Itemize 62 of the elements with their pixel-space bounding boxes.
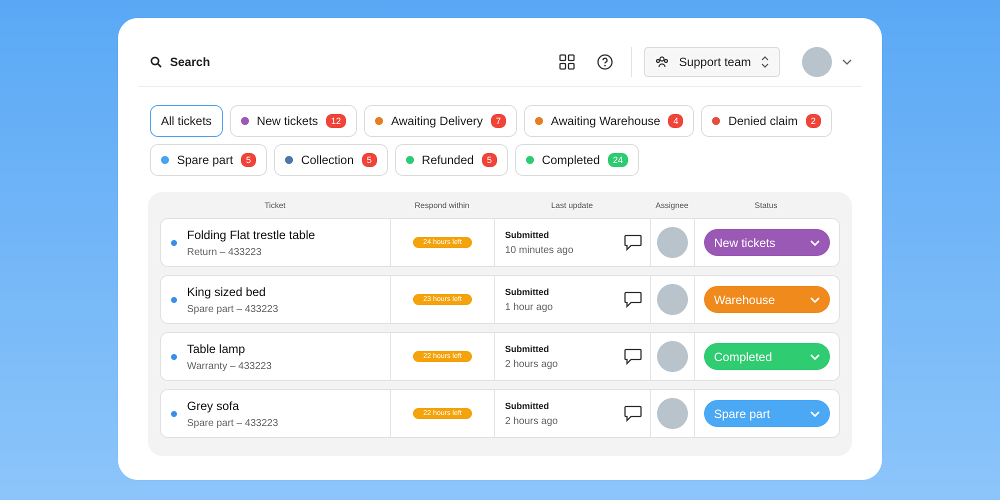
assignee-avatar [657,284,688,315]
count-badge: 12 [326,114,346,128]
team-selector[interactable]: Support team [644,47,780,77]
column-header: Assignee [654,200,690,210]
chevron-down-icon [810,354,820,360]
update-label: Submitted [505,344,550,354]
column-header: Ticket [263,200,287,210]
filter-tab[interactable]: Awaiting Warehouse 4 [524,105,694,137]
ticket-title: Grey sofa [187,398,240,412]
update-label: Submitted [505,400,550,410]
column-header: Last update [550,200,594,210]
filter-tab[interactable]: Refunded 5 [394,144,508,176]
unread-dot [171,240,177,246]
count-badge: 24 [608,153,628,167]
assignee-avatar [657,398,688,429]
ticket-title: King sized bed [187,284,267,298]
chevron-down-icon[interactable] [842,59,852,65]
help-icon[interactable] [596,54,613,70]
status-dropdown[interactable]: New tickets [704,229,830,256]
ticket-title: Table lamp [187,342,246,356]
grid-icon[interactable] [558,54,575,70]
update-label: Submitted [505,286,550,296]
count-badge: 7 [490,114,506,128]
comment-icon[interactable] [624,348,642,365]
ticket-subtitle: Warranty – 433223 [187,360,272,372]
comment-icon[interactable] [624,291,642,308]
ticket-subtitle: Spare part – 433223 [187,418,278,428]
update-time: 2 hours ago [505,416,558,426]
count-badge: 4 [668,114,684,128]
comment-icon[interactable] [624,405,642,422]
search-icon [150,56,162,68]
filter-tab[interactable]: Awaiting Delivery 7 [364,105,517,137]
count-badge: 5 [241,153,256,167]
ticket-title: Folding Flat trestle table [187,228,316,242]
count-badge: 2 [806,114,821,128]
chevron-down-icon [810,410,820,416]
ticket-subtitle: Return – 433223 [187,246,263,258]
chevron-down-icon [810,296,820,302]
filter-tab[interactable]: New tickets 12 [230,105,358,137]
column-header: Status [754,200,778,210]
count-badge: 5 [482,153,497,167]
unread-dot [171,410,177,416]
filter-tab[interactable]: Completed 24 [514,144,639,176]
column-header: Respond within [414,200,470,210]
ticket-subtitle: Spare part – 433223 [187,304,278,314]
chevron-down-icon [810,240,820,246]
update-time: 2 hours ago [505,358,558,370]
update-label: Submitted [505,230,550,240]
comment-icon[interactable] [624,234,642,251]
people-icon [654,55,669,69]
update-time: 1 hour ago [505,302,553,312]
filter-tab[interactable]: Spare part 5 [150,144,268,176]
assignee-avatar [657,227,688,258]
count-badge: 5 [362,153,377,167]
unread-dot [171,354,177,360]
unread-dot [171,296,177,302]
updown-icon [761,56,769,68]
assignee-avatar [657,341,688,372]
update-time: 10 minutes ago [505,244,574,256]
filter-tab[interactable]: All tickets [150,105,223,137]
filter-tab[interactable]: Denied claim 2 [701,105,832,137]
filter-tab[interactable]: Collection 5 [274,144,388,176]
